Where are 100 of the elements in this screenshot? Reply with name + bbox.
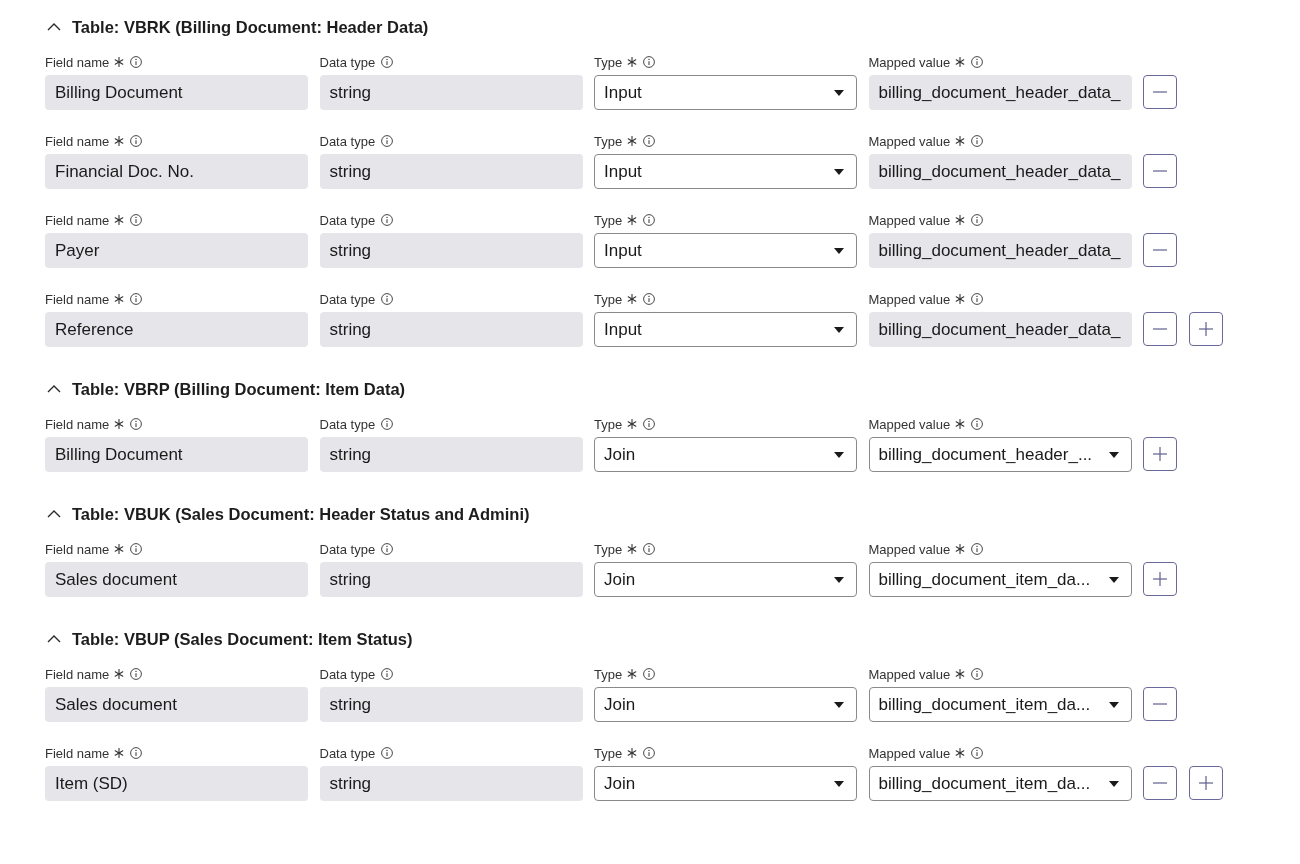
dropdown[interactable]: billing_document_item_da... — [868, 766, 1132, 801]
input-field[interactable]: billing_document_header_data_ — [868, 154, 1132, 189]
info-icon[interactable] — [971, 56, 984, 68]
info-icon[interactable] — [381, 668, 394, 680]
input-field[interactable]: Billing Document — [45, 75, 308, 110]
info-icon[interactable] — [971, 543, 984, 555]
field-label: Type — [594, 54, 623, 70]
info-icon[interactable] — [643, 668, 656, 680]
add-button[interactable] — [1189, 766, 1223, 800]
caret-icon — [1108, 451, 1119, 458]
info-icon[interactable] — [130, 56, 143, 68]
input-field[interactable]: Reference — [45, 312, 308, 347]
input-field[interactable]: string — [319, 437, 583, 472]
dropdown[interactable]: billing_document_item_da... — [868, 562, 1132, 597]
dropdown[interactable]: billing_document_item_da... — [868, 687, 1132, 722]
info-icon[interactable] — [643, 214, 656, 226]
remove-button[interactable] — [1143, 154, 1177, 188]
info-icon[interactable] — [971, 293, 984, 305]
chevron-up-icon[interactable] — [47, 23, 61, 31]
info-icon[interactable] — [381, 214, 394, 226]
field-label: Field name — [45, 541, 110, 557]
input-field[interactable]: string — [319, 562, 583, 597]
add-button[interactable] — [1143, 437, 1177, 471]
input-field[interactable]: billing_document_header_data_ — [868, 233, 1132, 268]
add-button[interactable] — [1143, 562, 1177, 596]
field-label: Data type — [319, 745, 376, 761]
info-icon[interactable] — [130, 214, 143, 226]
field-label: Mapped value — [868, 541, 951, 557]
dropdown[interactable]: Join — [594, 437, 857, 472]
section-title: Table: VBUP (Sales Document: Item Status) — [72, 629, 413, 649]
info-icon[interactable] — [971, 135, 984, 147]
section-title: Table: VBRK (Billing Document: Header Data) — [72, 17, 429, 37]
info-icon[interactable] — [971, 418, 984, 430]
input-field[interactable]: string — [319, 75, 583, 110]
info-icon[interactable] — [130, 668, 143, 680]
info-icon[interactable] — [381, 418, 394, 430]
dropdown[interactable]: Join — [594, 562, 857, 597]
info-icon[interactable] — [381, 293, 394, 305]
caret-icon — [834, 780, 844, 787]
dropdown[interactable]: billing_document_header_... — [868, 437, 1132, 472]
input-field[interactable]: billing_document_header_data_ — [868, 312, 1132, 347]
info-icon[interactable] — [643, 418, 656, 430]
info-icon[interactable] — [971, 747, 984, 759]
dropdown[interactable]: Input — [594, 75, 857, 110]
info-icon[interactable] — [130, 543, 143, 555]
field-label: Mapped value — [868, 54, 951, 70]
dropdown[interactable]: Input — [594, 233, 857, 268]
input-field[interactable]: string — [319, 312, 583, 347]
input-field[interactable]: string — [319, 766, 583, 801]
remove-button[interactable] — [1143, 75, 1177, 109]
field-label: Type — [594, 212, 623, 228]
info-icon[interactable] — [130, 135, 143, 147]
add-button[interactable] — [1189, 312, 1223, 346]
field-label: Data type — [319, 666, 376, 682]
input-field[interactable]: Sales document — [45, 562, 308, 597]
info-icon[interactable] — [130, 747, 143, 759]
input-field[interactable]: Sales document — [45, 687, 308, 722]
dropdown[interactable]: Join — [594, 766, 857, 801]
remove-button[interactable] — [1143, 766, 1177, 800]
field-label: Data type — [319, 212, 376, 228]
info-icon[interactable] — [643, 56, 656, 68]
dropdown[interactable]: Input — [594, 312, 857, 347]
field-label: Mapped value — [868, 212, 951, 228]
info-icon[interactable] — [381, 747, 394, 759]
caret-icon — [1108, 780, 1119, 787]
field-label: Type — [594, 541, 623, 557]
field-label: Field name — [45, 745, 110, 761]
chevron-up-icon[interactable] — [47, 385, 61, 393]
info-icon[interactable] — [643, 543, 656, 555]
info-icon[interactable] — [643, 135, 656, 147]
field-label: Mapped value — [868, 745, 951, 761]
info-icon[interactable] — [130, 293, 143, 305]
field-label: Field name — [45, 54, 110, 70]
field-label: Data type — [319, 291, 376, 307]
input-field[interactable]: string — [319, 687, 583, 722]
chevron-up-icon[interactable] — [47, 635, 61, 643]
input-field[interactable]: Financial Doc. No. — [45, 154, 308, 189]
info-icon[interactable] — [643, 293, 656, 305]
input-field[interactable]: Item (SD) — [45, 766, 308, 801]
chevron-up-icon[interactable] — [47, 510, 61, 518]
info-icon[interactable] — [381, 135, 394, 147]
info-icon[interactable] — [643, 747, 656, 759]
info-icon[interactable] — [381, 543, 394, 555]
info-icon[interactable] — [381, 56, 394, 68]
remove-button[interactable] — [1143, 312, 1177, 346]
field-label: Type — [594, 666, 623, 682]
input-field[interactable]: string — [319, 154, 583, 189]
input-field[interactable]: string — [319, 233, 583, 268]
input-field[interactable]: Billing Document — [45, 437, 308, 472]
input-field[interactable]: Payer — [45, 233, 308, 268]
field-label: Type — [594, 416, 623, 432]
info-icon[interactable] — [971, 214, 984, 226]
remove-button[interactable] — [1143, 233, 1177, 267]
info-icon[interactable] — [971, 668, 984, 680]
dropdown[interactable]: Join — [594, 687, 857, 722]
info-icon[interactable] — [130, 418, 143, 430]
input-field[interactable]: billing_document_header_data_ — [868, 75, 1132, 110]
section-title: Table: VBUK (Sales Document: Header Status and Admini) — [72, 504, 530, 524]
remove-button[interactable] — [1143, 687, 1177, 721]
dropdown[interactable]: Input — [594, 154, 857, 189]
